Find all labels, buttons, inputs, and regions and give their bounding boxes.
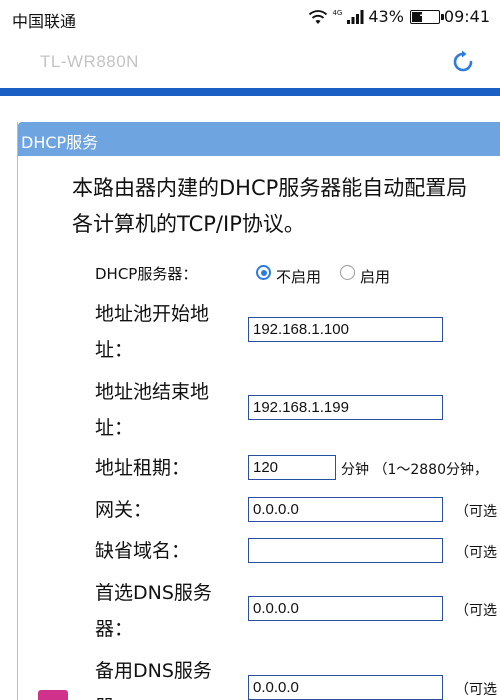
network-type: 4G [332,8,343,17]
charging-icon: + [418,7,429,22]
end-address-label-line1: 地址池结束地 [95,381,210,403]
primary-dns-label-line1: 首选DNS服务 [95,582,212,604]
status-icons: 4G 43% + 09:41 [308,7,490,26]
router-model-title: TL-WR880N [40,52,139,71]
panel-description: 本路由器内建的DHCP服务器能自动配置局 各计算机的TCP/IP协议。 [72,170,500,242]
start-address-label: 地址池开始地 址： [95,296,209,368]
radio-enable[interactable] [340,265,355,280]
gateway-label: 网关： [95,499,153,521]
domain-optional-note: （可选 [455,545,497,561]
gateway-optional-note: （可选 [455,504,497,520]
end-address-input[interactable] [248,395,443,420]
lease-input[interactable] [248,455,336,480]
radio-enable-label[interactable]: 启用 [360,266,390,287]
end-address-label: 地址池结束地 址： [95,374,209,446]
battery-percent: 43% [368,7,404,26]
refresh-icon[interactable] [450,49,476,75]
end-address-label-line2: 址： [95,417,134,439]
secondary-dns-label-line2: 器： [95,689,212,700]
wifi-icon [309,9,328,24]
start-address-label-line1: 地址池开始地 [95,303,210,325]
lease-label: 地址租期： [95,457,191,479]
radio-disable-label[interactable]: 不启用 [276,266,321,287]
carrier-name: 中国联通 [12,12,77,31]
domain-label: 缺省域名： [95,540,191,562]
gateway-input[interactable] [248,497,443,522]
secondary-dns-label-line1: 备用DNS服务 [95,660,212,682]
domain-input[interactable] [248,538,443,563]
radio-disable[interactable] [256,265,271,280]
lease-range-note: 分钟 （1～2880分钟， [341,462,488,478]
primary-dns-optional-note: （可选 [455,603,497,619]
description-line-2: 各计算机的TCP/IP协议。 [72,212,305,236]
start-address-label-line2: 址： [95,339,134,361]
description-line-1: 本路由器内建的DHCP服务器能自动配置局 [72,176,468,200]
secondary-dns-optional-note: （可选 [455,682,497,698]
status-bar: 中国联通 4G 43% + 09:41 [0,0,500,36]
start-address-input[interactable] [248,317,443,342]
battery-icon: + [409,7,444,24]
clock: 09:41 [443,7,490,26]
dhcp-server-label: DHCP服务器： [95,265,198,283]
primary-dns-label-line2: 器： [95,618,134,640]
app-header: TL-WR880N [0,36,500,88]
panel-title: DHCP服务 [18,122,500,156]
secondary-dns-input[interactable] [248,675,443,700]
secondary-dns-label: 备用DNS服务 器： [95,653,212,700]
header-accent-bar [0,88,500,96]
primary-dns-input[interactable] [248,596,443,621]
signal-icon [347,9,364,24]
floating-tab-indicator [38,690,68,700]
primary-dns-label: 首选DNS服务 器： [95,575,212,647]
